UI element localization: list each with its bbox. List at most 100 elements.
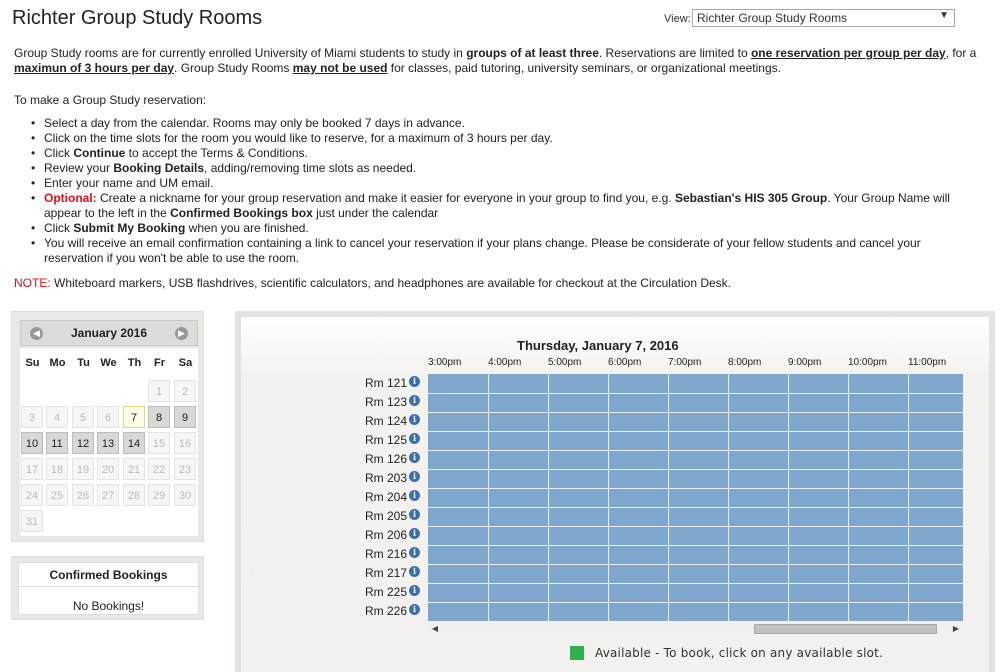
intro-text: . Group Study Rooms [174,61,293,75]
calendar-day[interactable]: 13 [97,432,119,454]
room-name: Rm 125 [365,433,408,447]
room-name: Rm 216 [365,547,408,561]
calendar-day: 25 [46,484,68,506]
info-icon[interactable]: i [409,509,421,520]
calendar-day: 17 [21,458,43,480]
scrollbar-thumb[interactable] [754,624,937,634]
info-icon[interactable]: i [409,395,421,406]
available-legend-text: Available - To book, click on any availa… [595,646,884,660]
intro-paragraph: Group Study rooms are for currently enro… [14,46,989,76]
slot-row[interactable] [428,469,963,488]
instruction-emphasis: Continue [73,146,126,160]
info-icon[interactable]: i [409,566,421,577]
hour-label: 11:00pm [908,357,947,368]
room-label: Rm 225 i [365,583,421,602]
slot-row[interactable] [428,393,963,412]
calendar-day: 2 [174,380,196,402]
booking-grid-panel: Thursday, January 7, 2016 ◀ ▶ Available … [235,311,995,672]
weekday-label: Th [127,357,142,369]
room-name: Rm 225 [365,585,408,599]
slot-row[interactable] [428,412,963,431]
calendar-day: 6 [97,406,119,428]
optional-label: Optional: [44,191,97,205]
info-icon[interactable]: i [409,528,421,539]
info-icon[interactable]: i [409,490,421,501]
slot-row[interactable] [428,450,963,469]
slot-row[interactable] [428,526,963,545]
intro-emphasis: one reservation per group per day [750,46,946,60]
slot-row[interactable] [428,602,963,621]
calendar-day[interactable]: 10 [21,432,43,454]
info-icon[interactable]: i [409,604,421,615]
info-icon[interactable]: i [409,414,421,425]
room-name: Rm 205 [365,509,408,523]
hour-label: 8:00pm [728,357,762,368]
info-icon[interactable]: i [409,452,421,463]
next-month-icon[interactable]: ▶ [175,327,188,340]
slot-row[interactable] [428,374,963,393]
hour-label: 9:00pm [788,357,822,368]
slot-row[interactable] [428,431,963,450]
confirmed-bookings: Confirmed Bookings No Bookings! [11,556,204,620]
calendar-day: 4 [46,406,68,428]
intro-emphasis: groups of at least three [466,46,599,60]
info-icon[interactable]: i [409,433,421,444]
instruction-item: You will receive an email confirmation c… [14,236,974,266]
instruction-text: Create a nickname for your group reserva… [96,191,675,205]
calendar-day: 1 [148,380,170,402]
instruction-item: Optional: Create a nickname for your gro… [14,191,974,221]
calendar-day: 16 [174,432,196,454]
room-name: Rm 217 [365,566,408,580]
weekday-label: Tu [77,357,90,369]
slot-row[interactable] [428,545,963,564]
info-icon[interactable]: i [409,471,421,482]
instruction-emphasis: Sebastian's HIS 305 Group [674,191,828,205]
calendar-day[interactable]: 12 [72,432,94,454]
note-label: NOTE: [14,276,51,290]
calendar-day: 18 [46,458,68,480]
calendar-day: 23 [174,458,196,480]
calendar-day[interactable]: 8 [148,406,170,428]
instruction-item: Select a day from the calendar. Rooms ma… [14,116,974,131]
instruction-emphasis: Submit My Booking [73,221,186,235]
calendar-day[interactable]: 11 [46,432,68,454]
scroll-left-icon[interactable]: ◀ [428,622,442,636]
page-title: Richter Group Study Rooms [12,7,263,29]
instruction-text: Review your [44,161,114,175]
slot-row[interactable] [428,488,963,507]
calendar-day: 28 [123,484,145,506]
calendar-day: 22 [148,458,170,480]
calendar-day[interactable]: 14 [123,432,145,454]
slot-row[interactable] [428,507,963,526]
available-legend-swatch [570,646,584,660]
dropdown-arrow-icon: ▼ [939,10,949,21]
intro-text: , for a [945,46,977,60]
calendar-day: 20 [97,458,119,480]
instruction-text: , adding/removing time slots as needed. [204,161,417,175]
intro-text: for classes, paid tutoring, university s… [387,61,781,75]
horizontal-scrollbar[interactable]: ◀ ▶ [428,622,963,636]
confirmed-bookings-panel: Confirmed Bookings No Bookings! [18,562,199,615]
calendar-day: 31 [21,510,43,532]
room-label: Rm 203 i [365,469,421,488]
slot-row[interactable] [428,564,963,583]
room-label: Rm 121 i [365,374,421,393]
info-icon[interactable]: i [409,547,421,558]
hour-label: 4:00pm [488,357,522,368]
instruction-item: Review your Booking Details, adding/remo… [14,161,974,176]
calendar-day: 15 [148,432,170,454]
instruction-text: to accept the Terms & Conditions. [125,146,308,160]
room-name: Rm 203 [365,471,408,485]
calendar-day[interactable]: 9 [174,406,196,428]
calendar-grid: Su Mo Tu We Th Fr Sa 1 2 3 4 5 6 7 8 9 10 11 12 13 14 15 16 17 1… [20,348,198,536]
view-select[interactable]: Richter Group Study Rooms ▼ [692,9,955,27]
calendar-day[interactable]: 7 [123,406,145,428]
weekday-label: Su [25,357,40,369]
info-icon[interactable]: i [409,376,421,387]
slot-row[interactable] [428,583,963,602]
calendar-day: 30 [174,484,196,506]
hour-label: 5:00pm [548,357,582,368]
info-icon[interactable]: i [409,585,421,596]
intro-emphasis: may not be used [292,61,388,75]
scroll-right-icon[interactable]: ▶ [949,622,963,636]
